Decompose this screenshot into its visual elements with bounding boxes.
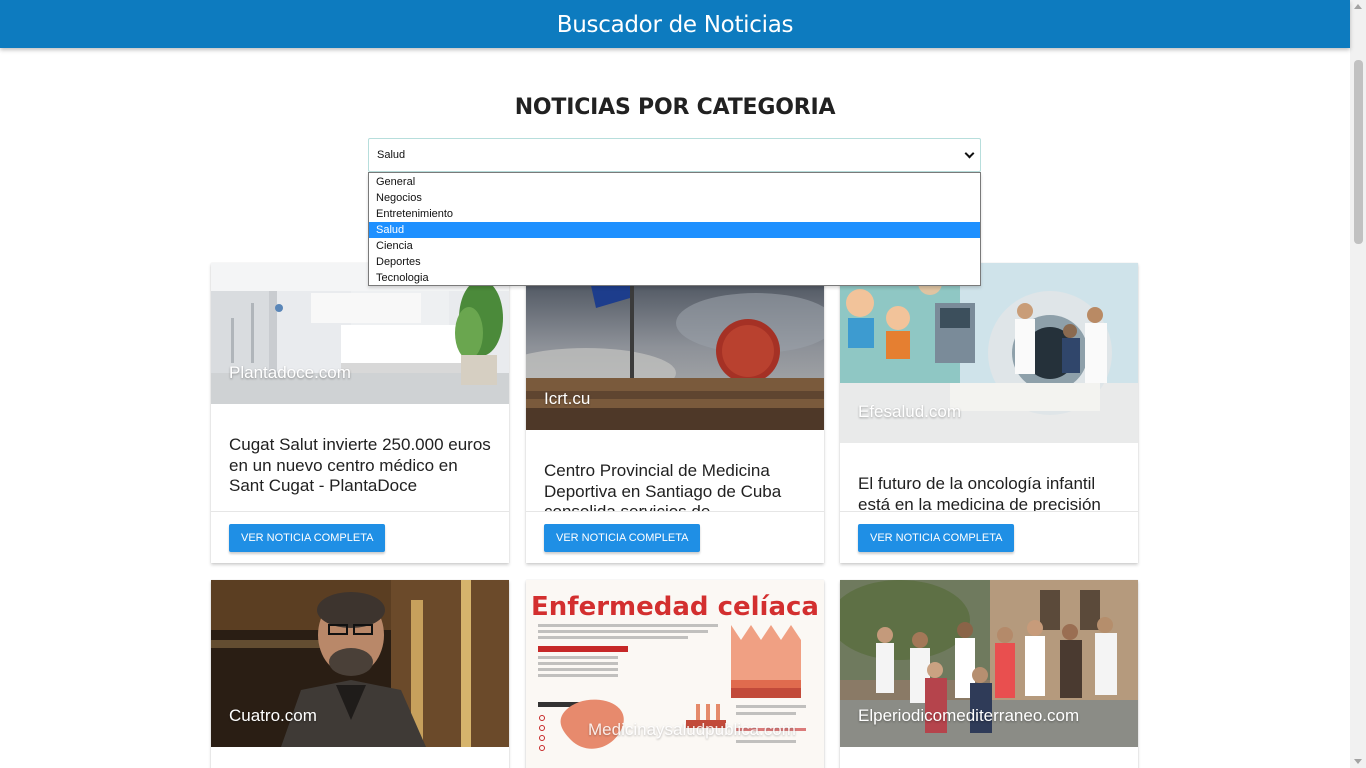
news-card: Enfermedad celíaca Medicinaysaludpublica… bbox=[526, 580, 824, 768]
page-scrollbar[interactable] bbox=[1350, 0, 1366, 768]
news-card: Elperiodicomediterraneo.com bbox=[840, 580, 1138, 768]
chevron-down-icon bbox=[964, 148, 975, 159]
news-card-image: Efesalud.com bbox=[840, 263, 1138, 443]
news-card-source: Icrt.cu bbox=[544, 389, 591, 408]
read-full-news-button[interactable]: VER NOTICIA COMPLETA bbox=[858, 524, 1015, 552]
category-option-entretenimiento[interactable]: Entretenimiento bbox=[369, 206, 980, 222]
news-card-actions: VER NOTICIA COMPLETA bbox=[526, 511, 824, 563]
news-card-source: Efesalud.com bbox=[858, 402, 961, 421]
news-card-image: Enfermedad celíaca Medicinaysaludpublica… bbox=[526, 580, 824, 768]
news-card-image: Icrt.cu bbox=[526, 263, 824, 430]
category-dropdown-list: General Negocios Entretenimiento Salud C… bbox=[368, 172, 981, 286]
news-card-image: Cuatro.com bbox=[211, 580, 509, 747]
category-option-ciencia[interactable]: Ciencia bbox=[369, 238, 980, 254]
app-title: Buscador de Noticias bbox=[556, 12, 794, 38]
news-card-actions: VER NOTICIA COMPLETA bbox=[840, 511, 1138, 563]
category-select[interactable]: Salud bbox=[368, 138, 981, 172]
news-card: Efesalud.com El futuro de la oncología i… bbox=[840, 263, 1138, 563]
news-card: Cuatro.com bbox=[211, 580, 509, 768]
category-option-general[interactable]: General bbox=[369, 174, 980, 190]
scroll-down-arrow-icon[interactable] bbox=[1354, 759, 1362, 764]
news-card-source: Cuatro.com bbox=[229, 706, 317, 725]
news-card-image: Elperiodicomediterraneo.com bbox=[840, 580, 1138, 747]
category-option-deportes[interactable]: Deportes bbox=[369, 254, 980, 270]
page-heading: NOTICIAS POR CATEGORIA bbox=[514, 95, 836, 120]
news-card: Plantadoce.com Cugat Salut invierte 250.… bbox=[211, 263, 509, 563]
news-card-source: Medicinaysaludpublica.com bbox=[588, 720, 796, 739]
category-option-salud[interactable]: Salud bbox=[369, 222, 980, 238]
news-card-source: Plantadoce.com bbox=[229, 363, 351, 382]
read-full-news-button[interactable]: VER NOTICIA COMPLETA bbox=[229, 524, 386, 552]
app-navbar: Buscador de Noticias bbox=[0, 0, 1350, 48]
news-card-actions: VER NOTICIA COMPLETA bbox=[211, 511, 509, 563]
scroll-up-arrow-icon[interactable] bbox=[1354, 4, 1362, 9]
read-full-news-button[interactable]: VER NOTICIA COMPLETA bbox=[544, 524, 701, 552]
news-card-title: El futuro de la oncología infantil está … bbox=[858, 474, 1101, 511]
news-card-source: Elperiodicomediterraneo.com bbox=[858, 706, 1080, 725]
infographic-title: Enfermedad celíaca bbox=[531, 592, 819, 622]
category-option-negocios[interactable]: Negocios bbox=[369, 190, 980, 206]
category-option-tecnologia[interactable]: Tecnologia bbox=[369, 270, 980, 286]
news-card-title: Centro Provincial de Medicina Deportiva … bbox=[544, 461, 782, 511]
category-select-value: Salud bbox=[377, 149, 406, 161]
news-card-title: Cugat Salut invierte 250.000 euros en un… bbox=[229, 435, 491, 495]
scroll-thumb[interactable] bbox=[1354, 60, 1363, 244]
news-card: Icrt.cu Centro Provincial de Medicina De… bbox=[526, 263, 824, 563]
